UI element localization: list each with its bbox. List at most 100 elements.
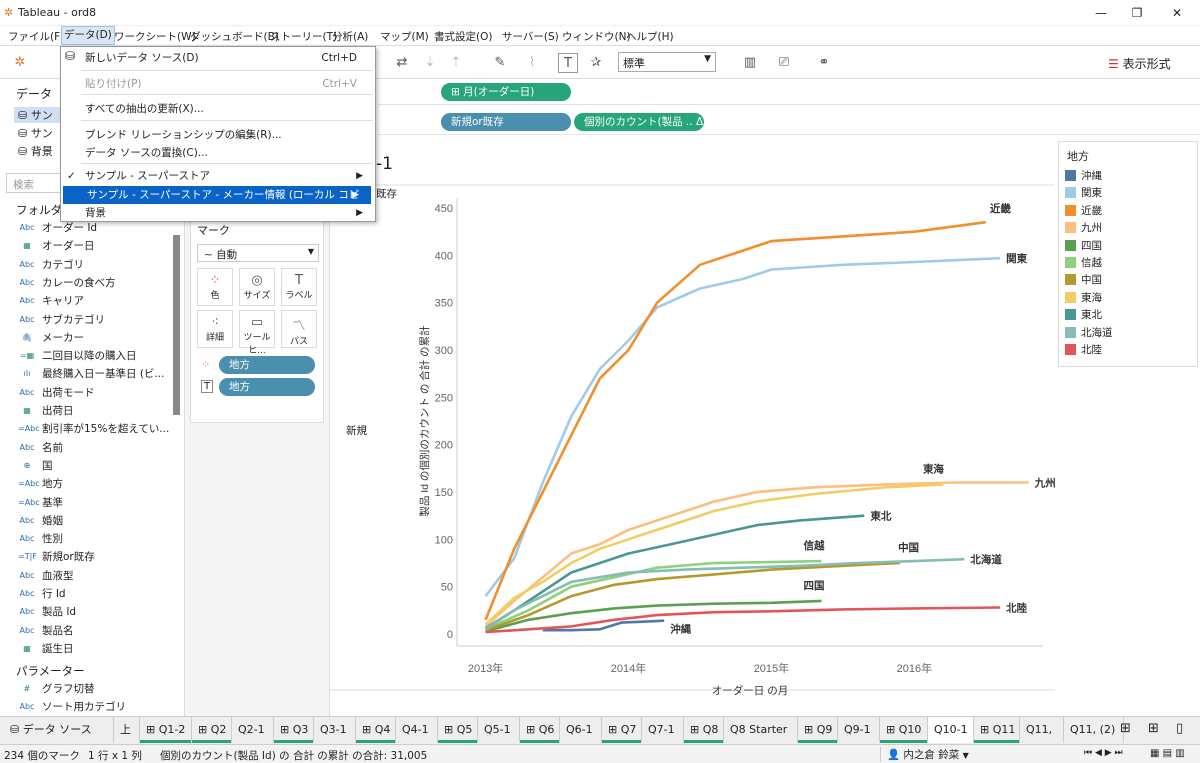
- field-item[interactable]: Abc カレーの食べ方: [0, 274, 172, 292]
- sheet-tab[interactable]: Q8 Starter: [724, 717, 798, 743]
- field-item[interactable]: Abc 性別: [0, 530, 172, 548]
- sheet-tab[interactable]: ⊞ Q8: [684, 717, 724, 743]
- menu-map[interactable]: マップ(M): [380, 29, 429, 44]
- tooltip-button[interactable]: ▭ ツールヒ...: [239, 310, 275, 356]
- field-item[interactable]: Abc 出荷モード: [0, 384, 172, 402]
- field-item[interactable]: ▦ 出荷日: [0, 402, 172, 420]
- share-icon[interactable]: ⚭: [814, 53, 834, 73]
- swap-icon[interactable]: ⇄: [392, 53, 412, 73]
- field-item[interactable]: Abc 製品名: [0, 622, 172, 640]
- menu-window[interactable]: ウィンドウ(N): [562, 29, 631, 44]
- size-button[interactable]: ◎ サイズ: [239, 268, 275, 306]
- sort-asc-icon[interactable]: ⇣: [420, 53, 440, 73]
- dropdown-item[interactable]: サンプル - スーパーストア - メーカー情報 (ローカル コピー) ▶: [63, 186, 371, 219]
- sheet-tab[interactable]: ⊞ Q6: [520, 717, 560, 743]
- field-item[interactable]: Abc 婚姻: [0, 512, 172, 530]
- highlight-icon[interactable]: ✎: [490, 53, 510, 73]
- sheet-tab[interactable]: Q7-1: [642, 717, 684, 743]
- sheet-tab[interactable]: ⊞ Q1-2: [140, 717, 192, 743]
- legend-item[interactable]: 信越: [1065, 255, 1102, 271]
- sheet-tab[interactable]: ⊞ Q11: [974, 717, 1020, 743]
- sheet-tab[interactable]: Q11,: [1020, 717, 1064, 743]
- field-item[interactable]: Abc 血液型: [0, 567, 172, 585]
- restore-icon[interactable]: ❐: [1126, 4, 1148, 22]
- dropdown-item[interactable]: データ ソースの置換(C)...: [61, 144, 375, 162]
- pin-icon[interactable]: ✰: [586, 53, 606, 73]
- sheet-tab[interactable]: ⊞ Q9: [798, 717, 838, 743]
- new-story-icon[interactable]: ▯: [1176, 721, 1183, 736]
- legend-item[interactable]: 北海道: [1065, 325, 1113, 341]
- tableau-home-icon[interactable]: ✲: [10, 53, 30, 73]
- field-item[interactable]: Abc サブカテゴリ: [0, 311, 172, 329]
- sheet-tab[interactable]: Q10-1: [928, 717, 974, 743]
- field-item[interactable]: 🖇 メーカー: [0, 329, 172, 347]
- field-item[interactable]: ▦ 誕生日: [0, 640, 172, 658]
- dropdown-item[interactable]: ブレンド リレーションシップの編集(R)...: [61, 126, 375, 144]
- legend-item[interactable]: 四国: [1065, 238, 1102, 254]
- fit-select[interactable]: 標準 ▼: [618, 52, 716, 72]
- sheet-tab[interactable]: ⊞ Q7: [602, 717, 642, 743]
- rows-pill[interactable]: 新規or既存: [441, 113, 571, 131]
- sheet-tab[interactable]: Q3-1: [314, 717, 356, 743]
- rows-pill[interactable]: 個別のカウント(製品 .. Δ: [574, 113, 704, 131]
- sheet-tab[interactable]: Q5-1: [478, 717, 520, 743]
- color-button[interactable]: ⁘ 色: [197, 268, 233, 306]
- field-item[interactable]: =Abc 割引率が15%を超えてい...: [0, 420, 172, 438]
- field-item[interactable]: Abc 行 Id: [0, 585, 172, 603]
- menu-format[interactable]: 書式設定(O): [434, 29, 492, 44]
- sheet-tab[interactable]: Q2-1: [232, 717, 274, 743]
- sheet-tab[interactable]: Q6-1: [560, 717, 602, 743]
- legend-item[interactable]: 沖縄: [1065, 168, 1102, 184]
- field-item[interactable]: ▦ オーダー日: [0, 237, 172, 255]
- dropdown-item[interactable]: すべての抽出の更新(X)...: [61, 100, 375, 118]
- sheet-tab[interactable]: ⊞ Q10: [880, 717, 928, 743]
- menu-dashboard[interactable]: ダッシュボード(B): [190, 29, 279, 44]
- field-item[interactable]: Abc 製品 Id: [0, 603, 172, 621]
- legend-item[interactable]: 中国: [1065, 272, 1102, 288]
- close-icon[interactable]: ✕: [1166, 4, 1188, 22]
- legend-item[interactable]: 関東: [1065, 185, 1102, 201]
- group-icon[interactable]: ⌇: [522, 53, 542, 73]
- sheet-tab[interactable]: ⊞ Q2: [192, 717, 232, 743]
- dropdown-item[interactable]: 背景 ▶: [61, 204, 375, 222]
- dropdown-item[interactable]: 新しいデータ ソース(D) Ctrl+D: [61, 49, 375, 67]
- minimize-icon[interactable]: —: [1090, 4, 1112, 22]
- show-labels-icon[interactable]: T: [558, 53, 578, 73]
- color-pill[interactable]: 地方: [219, 356, 315, 374]
- data-source-item[interactable]: ⛁ サン: [18, 125, 53, 141]
- dropdown-item[interactable]: ✓ サンプル - スーパーストア ▶: [61, 167, 375, 185]
- menu-help[interactable]: ヘルプ(H): [626, 29, 674, 44]
- menu-story[interactable]: ストーリー(T): [270, 29, 337, 44]
- field-item[interactable]: ılı 最終購入日ー基準日 (ビ...: [0, 365, 172, 383]
- chart-icon[interactable]: ▥: [740, 53, 760, 73]
- sheet-tab[interactable]: Q9-1: [838, 717, 880, 743]
- sheet-tab[interactable]: ⛁ データ ソース: [4, 717, 114, 743]
- menu-data[interactable]: データ(D): [61, 26, 115, 45]
- detail-button[interactable]: ⁖ 詳細: [197, 310, 233, 348]
- data-source-item[interactable]: ⛁ 背景: [18, 143, 53, 159]
- label-pill[interactable]: 地方: [219, 378, 315, 396]
- presentation-icon[interactable]: ⎚: [774, 53, 794, 73]
- legend-item[interactable]: 近畿: [1065, 203, 1102, 219]
- legend-item[interactable]: 東北: [1065, 307, 1102, 323]
- field-item[interactable]: ⊕ 国: [0, 457, 172, 475]
- new-dashboard-icon[interactable]: ⊞: [1148, 721, 1159, 736]
- menu-worksheet[interactable]: ワークシート(W): [114, 29, 196, 44]
- mark-type-select[interactable]: ∼ 自動 ▼: [197, 244, 319, 262]
- legend-item[interactable]: 九州: [1065, 220, 1102, 236]
- field-item[interactable]: =▦ 二回目以降の購入日: [0, 347, 172, 365]
- sheet-tab[interactable]: Q11, (2): [1064, 717, 1124, 743]
- label-button[interactable]: T ラベル: [281, 268, 317, 306]
- field-item[interactable]: =T|F 新規or既存: [0, 548, 172, 566]
- sheet-tab[interactable]: 上: [114, 717, 140, 743]
- field-item[interactable]: Abc 名前: [0, 439, 172, 457]
- dropdown-item[interactable]: 貼り付け(P) Ctrl+V: [61, 75, 375, 93]
- new-sheet-icon[interactable]: ⊞: [1120, 721, 1131, 736]
- columns-pill[interactable]: ⊞ 月(オーダー日): [441, 83, 571, 101]
- sheet-tab[interactable]: ⊞ Q4: [356, 717, 396, 743]
- legend-item[interactable]: 北陸: [1065, 342, 1102, 358]
- parameter-item[interactable]: # グラフ切替: [0, 680, 172, 698]
- show-me-button[interactable]: ☰ 表示形式: [1108, 55, 1171, 72]
- menu-analysis[interactable]: 分析(A): [332, 29, 368, 44]
- user-menu[interactable]: 👤 内之倉 鈴菜 ▼: [880, 747, 990, 762]
